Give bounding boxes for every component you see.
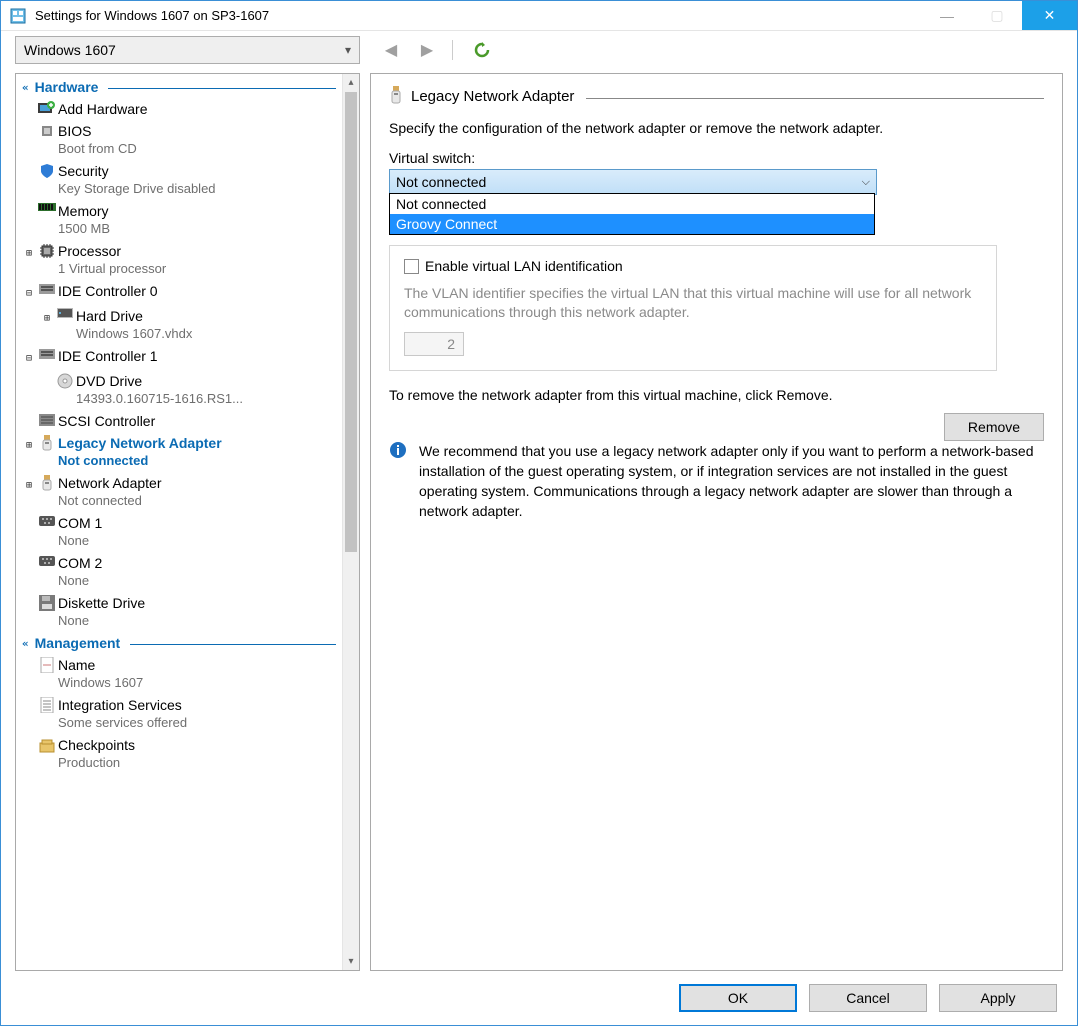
app-icon xyxy=(9,7,27,25)
collapse-icon[interactable]: ⊟ xyxy=(22,347,36,368)
vm-selector[interactable]: Windows 1607 ▾ xyxy=(15,36,360,64)
sidebar-item-com2[interactable]: COM 2None xyxy=(16,552,342,592)
sidebar-item-processor[interactable]: ⊞ Processor1 Virtual processor xyxy=(16,240,342,280)
info-icon xyxy=(389,441,409,521)
sidebar-item-diskette[interactable]: Diskette DriveNone xyxy=(16,592,342,632)
collapse-icon: « xyxy=(22,637,29,650)
collapse-icon: « xyxy=(22,81,29,94)
sidebar-item-ide1[interactable]: ⊟ IDE Controller 1 xyxy=(16,345,342,370)
sidebar-item-add-hardware[interactable]: Add Hardware xyxy=(16,98,342,120)
vlan-checkbox[interactable] xyxy=(404,259,419,274)
serial-port-icon xyxy=(36,514,58,527)
dropdown-option-not-connected[interactable]: Not connected xyxy=(390,194,874,214)
refresh-button[interactable] xyxy=(469,37,495,63)
window-title: Settings for Windows 1607 on SP3-1607 xyxy=(35,8,922,23)
vm-selector-value: Windows 1607 xyxy=(24,42,116,58)
expand-icon[interactable]: ⊞ xyxy=(22,242,36,263)
sidebar-item-bios[interactable]: BIOSBoot from CD xyxy=(16,120,342,160)
vlan-group: Enable virtual LAN identification The VL… xyxy=(389,245,997,371)
nav-back-button[interactable]: ◀ xyxy=(378,37,404,63)
checkpoint-icon xyxy=(36,736,58,753)
section-label: Management xyxy=(35,635,121,651)
titlebar: Settings for Windows 1607 on SP3-1607 — … xyxy=(1,1,1077,31)
dropdown-option-groovy-connect[interactable]: Groovy Connect xyxy=(390,214,874,234)
expand-icon[interactable]: ⊞ xyxy=(40,307,54,328)
nav-forward-button[interactable]: ▶ xyxy=(414,37,440,63)
sidebar-item-legacy-network-adapter[interactable]: ⊞ Legacy Network AdapterNot connected xyxy=(16,432,342,472)
toolbar: Windows 1607 ▾ ◀ ▶ xyxy=(1,31,1077,65)
sidebar: « Hardware Add Hardware BIOSBoot from CD xyxy=(15,73,360,971)
sidebar-item-memory[interactable]: Memory1500 MB xyxy=(16,200,342,240)
scroll-thumb[interactable] xyxy=(345,92,357,552)
ok-button[interactable]: OK xyxy=(679,984,797,1012)
remove-button[interactable]: Remove xyxy=(944,413,1044,441)
serial-port-icon xyxy=(36,554,58,567)
sidebar-item-hard-drive[interactable]: ⊞ Hard DriveWindows 1607.vhdx xyxy=(16,305,342,345)
chip-icon xyxy=(36,122,58,139)
virtual-switch-combo[interactable]: Not connected ⌵ xyxy=(389,169,877,195)
shield-icon xyxy=(36,162,58,179)
network-adapter-icon xyxy=(36,474,58,493)
sidebar-item-checkpoints[interactable]: CheckpointsProduction xyxy=(16,734,342,774)
sidebar-item-network-adapter[interactable]: ⊞ Network AdapterNot connected xyxy=(16,472,342,512)
virtual-switch-label: Virtual switch: xyxy=(389,150,1044,166)
section-management[interactable]: « Management xyxy=(16,632,342,654)
floppy-icon xyxy=(36,594,58,611)
hdd-icon xyxy=(54,307,76,318)
vlan-checkbox-label: Enable virtual LAN identification xyxy=(425,258,623,274)
chevron-down-icon: ⌵ xyxy=(862,176,870,189)
sidebar-item-security[interactable]: SecurityKey Storage Drive disabled xyxy=(16,160,342,200)
panel-description: Specify the configuration of the network… xyxy=(389,120,1044,136)
sidebar-item-dvd-drive[interactable]: DVD Drive14393.0.160715-1616.RS1... xyxy=(16,370,342,410)
collapse-icon[interactable]: ⊟ xyxy=(22,282,36,303)
maximize-button[interactable]: ▢ xyxy=(972,1,1022,30)
apply-button[interactable]: Apply xyxy=(939,984,1057,1012)
info-text: We recommend that you use a legacy netwo… xyxy=(419,441,1044,521)
document-icon xyxy=(36,656,58,673)
remove-description: To remove the network adapter from this … xyxy=(389,387,1044,403)
controller-icon xyxy=(36,347,58,360)
dialog-footer: OK Cancel Apply xyxy=(1,971,1077,1025)
scsi-icon xyxy=(36,412,58,427)
virtual-switch-value: Not connected xyxy=(396,174,486,190)
scroll-up-icon[interactable]: ▴ xyxy=(343,74,359,91)
panel-title: Legacy Network Adapter xyxy=(411,88,574,105)
memory-icon xyxy=(36,202,58,215)
sidebar-item-integration[interactable]: Integration ServicesSome services offere… xyxy=(16,694,342,734)
vlan-description: The VLAN identifier specifies the virtua… xyxy=(404,284,982,322)
section-hardware[interactable]: « Hardware xyxy=(16,76,342,98)
minimize-button[interactable]: — xyxy=(922,1,972,30)
sidebar-item-scsi[interactable]: SCSI Controller xyxy=(16,410,342,432)
network-adapter-legacy-icon xyxy=(389,86,403,106)
divider xyxy=(452,40,453,60)
list-icon xyxy=(36,696,58,713)
expand-icon[interactable]: ⊞ xyxy=(22,434,36,455)
chevron-down-icon: ▾ xyxy=(345,43,351,57)
monitor-add-icon xyxy=(36,100,58,117)
expand-icon[interactable]: ⊞ xyxy=(22,474,36,495)
controller-icon xyxy=(36,282,58,295)
sidebar-item-com1[interactable]: COM 1None xyxy=(16,512,342,552)
close-button[interactable]: ✕ xyxy=(1022,1,1077,30)
content-panel: Legacy Network Adapter Specify the confi… xyxy=(370,73,1063,971)
disc-icon xyxy=(54,372,76,389)
cancel-button[interactable]: Cancel xyxy=(809,984,927,1012)
section-label: Hardware xyxy=(35,79,99,95)
sidebar-item-ide0[interactable]: ⊟ IDE Controller 0 xyxy=(16,280,342,305)
sidebar-scrollbar[interactable]: ▴ ▾ xyxy=(342,74,359,970)
virtual-switch-dropdown[interactable]: Not connected Groovy Connect xyxy=(389,193,875,235)
sidebar-item-name[interactable]: NameWindows 1607 xyxy=(16,654,342,694)
network-adapter-legacy-icon xyxy=(36,434,58,453)
vlan-id-input xyxy=(404,332,464,356)
scroll-down-icon[interactable]: ▾ xyxy=(343,953,359,970)
cpu-icon xyxy=(36,242,58,259)
